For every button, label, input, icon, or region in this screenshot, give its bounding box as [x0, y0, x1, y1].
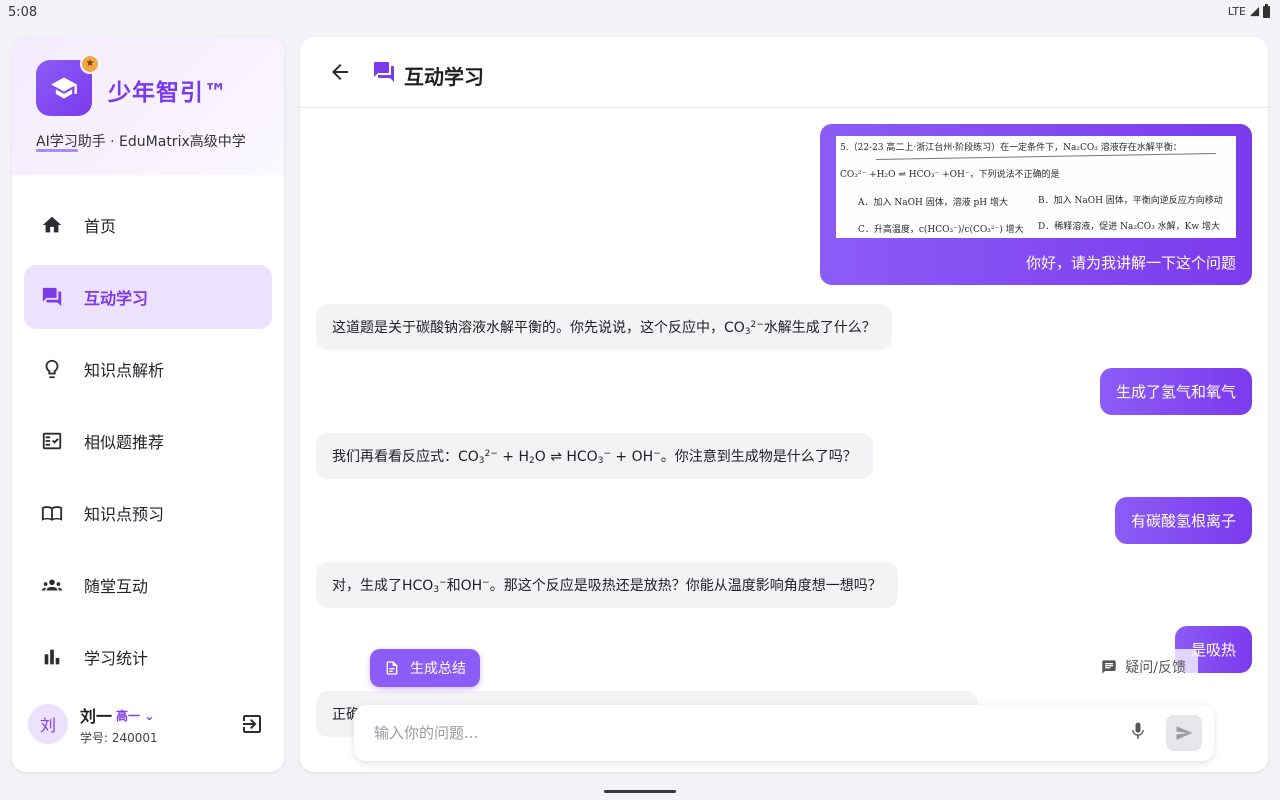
text-part: 这道题是关于碳酸钠溶液水解平衡的。你先说说，这个反应中，CO	[332, 320, 745, 336]
question-input[interactable]	[374, 722, 1074, 744]
text-part: 水解生成了什么？	[763, 320, 876, 336]
message-text: 生成了氢气和氧气	[1115, 383, 1236, 401]
superscript: 2−	[484, 449, 498, 459]
logout-icon[interactable]	[240, 712, 264, 736]
chevron-down-icon: ⌄	[140, 709, 155, 723]
sidebar-item-class-interaction[interactable]: 随堂互动	[24, 553, 272, 617]
network-type: LTE	[1227, 5, 1246, 18]
summary-label: 生成总结	[410, 661, 466, 677]
assistant-message: 对，生成了HCO3−和OH−。那这个反应是吸热还是放热？你能从温度影响角度想一想…	[316, 562, 898, 608]
superscript: −	[482, 578, 490, 588]
superscript: −	[603, 449, 611, 459]
option-d: D．稀释溶液，促进 Na₂CO₃ 水解，Kw 增大	[1038, 222, 1220, 232]
chat-icon	[40, 285, 64, 309]
assistant-message: 这道题是关于碳酸钠溶液水解平衡的。你先说说，这个反应中，CO32−水解生成了什么…	[316, 304, 892, 350]
divider	[876, 153, 1216, 160]
question-image[interactable]: 5.（22-23 高二上·浙江台州·阶段练习）在一定条件下，Na₂CO₃ 溶液存…	[836, 136, 1236, 238]
app-name: 少年智引™	[108, 80, 228, 106]
bar-chart-icon	[40, 645, 64, 669]
main-panel: 互动学习 5.（22-23 高二上·浙江台州·阶段练习）在一定条件下，Na₂CO…	[300, 37, 1268, 772]
subtitle-underline	[36, 149, 78, 152]
send-button[interactable]	[1166, 715, 1202, 751]
graduation-cap-icon	[51, 77, 77, 99]
user-name: 刘一	[80, 707, 113, 726]
home-indicator[interactable]	[604, 790, 676, 793]
text-part: 。你注意到生成物是什么了吗？	[660, 449, 857, 465]
text-part: 我们再看看反应式：CO	[332, 449, 479, 465]
status-time: 5:08	[8, 5, 38, 20]
chat-input-bar	[354, 705, 1214, 761]
generate-summary-button[interactable]: 生成总结	[370, 649, 480, 687]
status-bar: 5:08 LTE	[0, 0, 1280, 26]
people-icon	[40, 573, 64, 597]
text-part: O ⇌ HCO	[534, 449, 598, 465]
option-b: B．加入 NaOH 固体，平衡向逆反应方向移动	[1038, 196, 1223, 206]
student-id: 学号: 240001	[80, 731, 158, 745]
grade-label: 高一	[116, 709, 141, 723]
user-message-image: 5.（22-23 高二上·浙江台州·阶段练习）在一定条件下，Na₂CO₃ 溶液存…	[820, 124, 1252, 285]
lightbulb-icon	[40, 357, 64, 381]
app-logo: ★	[36, 54, 100, 116]
question-line: CO₃²⁻ +H₂O ⇌ HCO₃⁻ +OH⁻，下列说法不正确的是	[840, 170, 1060, 180]
message-text: 这道题是关于碳酸钠溶液水解平衡的。你先说说，这个反应中，CO32−水解生成了什么…	[332, 317, 876, 337]
battery-icon	[1263, 3, 1270, 18]
feedback-button[interactable]: 疑问/反馈	[1101, 657, 1186, 677]
star-icon: ★	[80, 54, 100, 74]
text-part: 。那这个反应是吸热还是放热？你能从温度影响角度想一想吗？	[489, 578, 882, 594]
superscript: −	[653, 449, 661, 459]
back-arrow-icon[interactable]	[328, 60, 352, 84]
sidebar-item-label: 互动学习	[84, 289, 149, 308]
status-icons: LTE	[1227, 3, 1270, 18]
superscript: 2−	[750, 320, 764, 330]
feedback-icon	[1102, 660, 1116, 674]
assistant-message: 我们再看看反应式：CO32− + H2O ⇌ HCO3− + OH−。你注意到生…	[316, 433, 873, 479]
chat-icon	[372, 60, 396, 84]
page-title: 互动学习	[404, 65, 484, 89]
feedback-label: 疑问/反馈	[1125, 660, 1186, 676]
option-c: C．升高温度，c(HCO₃⁻)/c(CO₃²⁻) 增大	[858, 225, 1024, 235]
message-text: 有碳酸氢根离子	[1130, 512, 1236, 530]
grade-selector[interactable]: 高一 ⌄	[116, 707, 154, 724]
main-header: 互动学习	[300, 37, 1268, 108]
microphone-icon[interactable]	[1128, 721, 1152, 745]
sidebar-item-learning-stats[interactable]: 学习统计	[24, 625, 272, 689]
sidebar-item-interactive-learning[interactable]: 互动学习	[24, 265, 272, 329]
home-icon	[40, 213, 64, 237]
brand-header: ★ 少年智引™ AI学习助手 · EduMatrix高级中学	[12, 37, 284, 175]
app-subtitle: AI学习助手 · EduMatrix高级中学	[36, 134, 246, 150]
chat-area[interactable]: 5.（22-23 高二上·浙江台州·阶段练习）在一定条件下，Na₂CO₃ 溶液存…	[300, 109, 1268, 772]
document-icon	[386, 661, 398, 675]
sidebar-item-label: 相似题推荐	[84, 433, 165, 452]
sidebar-item-label: 学习统计	[84, 649, 149, 668]
sidebar-item-label: 知识点解析	[84, 361, 165, 380]
sidebar-item-label: 知识点预习	[84, 505, 165, 524]
text-part: + H	[497, 449, 529, 465]
text-part: 和OH	[446, 578, 483, 594]
sidebar: ★ 少年智引™ AI学习助手 · EduMatrix高级中学 首页 互动学习 知…	[12, 37, 284, 772]
sidebar-item-home[interactable]: 首页	[24, 193, 272, 257]
sidebar-item-similar-questions[interactable]: 相似题推荐	[24, 409, 272, 473]
text-part: + OH	[610, 449, 654, 465]
sidebar-item-label: 首页	[84, 217, 117, 236]
user-profile: 刘 刘一 高一 ⌄ 学号: 240001	[12, 698, 284, 772]
user-message: 生成了氢气和氧气	[1099, 368, 1252, 415]
signal-icon	[1249, 6, 1260, 17]
option-a: A．加入 NaOH 固体，溶液 pH 增大	[858, 198, 1009, 208]
sidebar-item-knowledge-preview[interactable]: 知识点预习	[24, 481, 272, 545]
message-text: 对，生成了HCO3−和OH−。那这个反应是吸热还是放热？你能从温度影响角度想一想…	[332, 575, 882, 595]
question-line: 5.（22-23 高二上·浙江台州·阶段练习）在一定条件下，Na₂CO₃ 溶液存…	[840, 143, 1182, 153]
sidebar-nav: 首页 互动学习 知识点解析 相似题推荐 知识点预习 随堂互动 学习统计	[12, 175, 284, 689]
send-icon	[1176, 726, 1193, 740]
message-text: 你好，请为我讲解一下这个问题	[1025, 254, 1236, 272]
user-message: 有碳酸氢根离子	[1114, 497, 1252, 544]
sidebar-item-label: 随堂互动	[84, 577, 149, 596]
message-text: 我们再看看反应式：CO32− + H2O ⇌ HCO3− + OH−。你注意到生…	[332, 446, 857, 466]
sidebar-item-knowledge-analysis[interactable]: 知识点解析	[24, 337, 272, 401]
checklist-icon	[40, 429, 64, 453]
superscript: −	[439, 578, 447, 588]
text-part: 对，生成了HCO	[332, 578, 434, 594]
avatar[interactable]: 刘	[28, 704, 68, 744]
book-icon	[40, 501, 64, 525]
